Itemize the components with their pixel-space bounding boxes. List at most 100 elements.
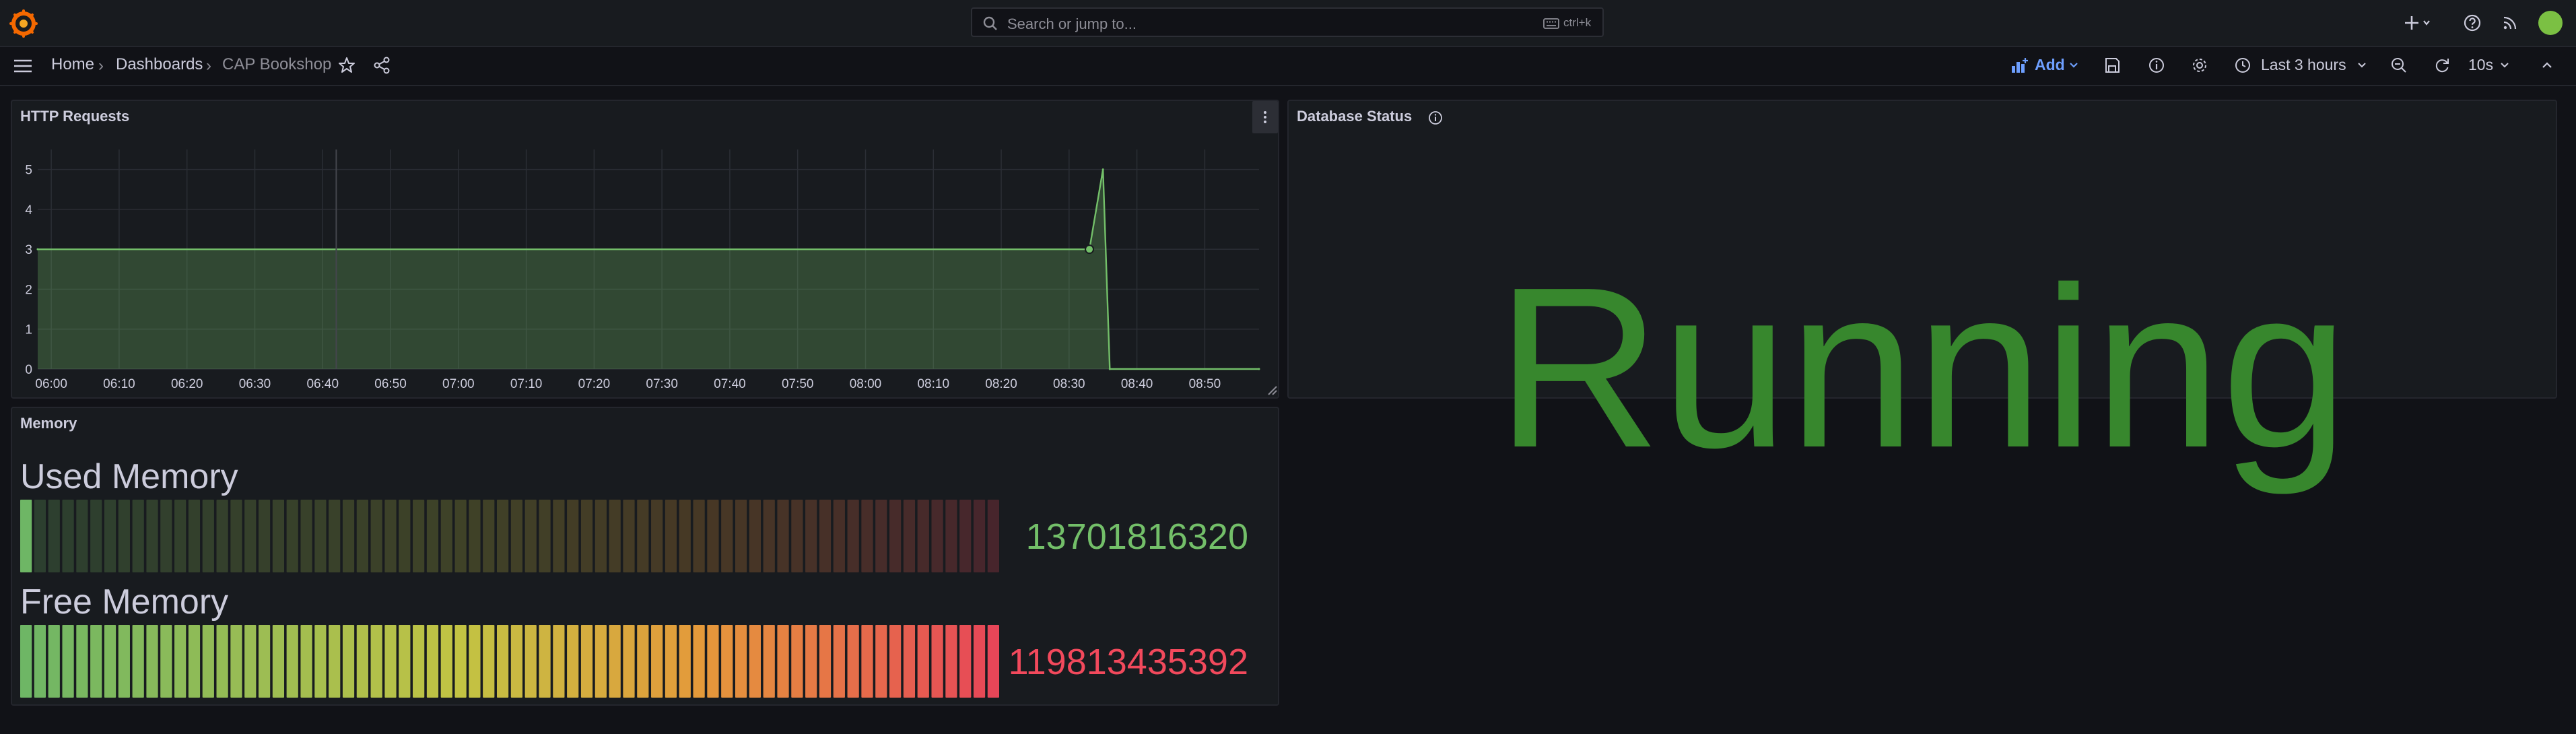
settings-gear-icon[interactable] — [2190, 55, 2210, 75]
gauge-cell — [370, 625, 382, 698]
gauge-cell — [847, 625, 859, 698]
gauge-cell — [553, 625, 565, 698]
help-icon[interactable] — [2462, 12, 2483, 34]
gauge-cell — [244, 500, 257, 572]
gauge-cell — [230, 625, 242, 698]
breadcrumb-home[interactable]: Home — [51, 55, 94, 74]
new-plus-icon[interactable] — [2402, 12, 2435, 34]
gauge-cell — [104, 625, 116, 698]
grafana-logo-icon[interactable] — [9, 9, 38, 38]
search-input[interactable]: Search or jump to... ctrl+k — [971, 7, 1604, 37]
gauge-cell — [370, 500, 382, 572]
star-icon[interactable] — [337, 55, 357, 75]
gauge-cell — [777, 625, 789, 698]
gauge-cell — [595, 500, 607, 572]
gauge-cell — [875, 625, 887, 698]
info-icon[interactable] — [2146, 55, 2167, 75]
gauge-cell — [791, 625, 803, 698]
save-icon[interactable] — [2102, 55, 2122, 75]
share-icon[interactable] — [372, 55, 392, 75]
gauge-cell — [483, 625, 495, 698]
gauge-cell — [861, 500, 873, 572]
gauge-cell — [20, 500, 32, 572]
gauge-cell — [314, 625, 327, 698]
x-tick-label: 06:50 — [374, 377, 407, 391]
zoom-out-icon[interactable] — [2389, 55, 2409, 75]
gauge-cell — [34, 500, 46, 572]
gauge-cell — [791, 500, 803, 572]
gauge-cell — [48, 625, 60, 698]
gauge-cell — [707, 625, 719, 698]
x-tick-label: 06:40 — [306, 377, 339, 391]
gauge-cell — [567, 625, 579, 698]
gauge-cell — [651, 500, 663, 572]
search-shortcut: ctrl+k — [1563, 16, 1592, 29]
gauge-cell — [665, 625, 677, 698]
gauge-cell — [931, 500, 943, 572]
x-tick-label: 06:10 — [103, 377, 135, 391]
http-requests-chart[interactable]: 0 1 2 3 4 5 06:00 06:10 06:20 06:30 06:40 06:50 07:0… — [12, 101, 1278, 397]
breadcrumb-dashboards[interactable]: Dashboards — [116, 55, 203, 74]
user-avatar[interactable] — [2538, 11, 2563, 35]
gauge-cell — [90, 500, 102, 572]
x-tick-label: 07:40 — [714, 377, 746, 391]
used-memory-label: Used Memory — [20, 457, 238, 496]
gauge-cell — [721, 625, 733, 698]
add-button[interactable]: Add — [2008, 51, 2083, 79]
top-bar: Search or jump to... ctrl+k — [0, 0, 2576, 47]
gauge-cell — [623, 500, 635, 572]
x-tick-label: 08:10 — [917, 377, 949, 391]
gauge-cell — [132, 625, 144, 698]
x-tick-label: 07:00 — [442, 377, 475, 391]
news-feed-icon[interactable] — [2499, 12, 2521, 34]
memory-panel: Memory Used Memory 13701816320 Free Memo… — [11, 407, 1279, 706]
gauge-cell — [987, 500, 999, 572]
menu-icon[interactable] — [12, 57, 34, 75]
gauge-cell — [426, 500, 439, 572]
gauge-cell — [693, 625, 705, 698]
chevron-down-icon[interactable] — [2357, 60, 2367, 71]
gauge-cell — [286, 625, 298, 698]
gauge-cell — [413, 625, 425, 698]
gauge-cell — [637, 625, 649, 698]
gauge-cell — [174, 625, 187, 698]
y-tick-label: 4 — [25, 203, 32, 218]
refresh-icon[interactable] — [2432, 55, 2452, 75]
gauge-cell — [62, 625, 74, 698]
gauge-cell — [679, 500, 691, 572]
gauge-cell — [959, 500, 972, 572]
gauge-cell — [749, 500, 761, 572]
gauge-cell — [76, 500, 88, 572]
gauge-cell — [847, 500, 859, 572]
gauge-cell — [132, 500, 144, 572]
dashboard-nav-bar: Home › Dashboards › CAP Bookshop Add Las… — [0, 47, 2576, 86]
time-range-picker[interactable]: Last 3 hours — [2261, 56, 2346, 74]
info-icon[interactable] — [1427, 110, 1444, 126]
x-tick-label: 08:30 — [1053, 377, 1085, 391]
refresh-interval[interactable]: 10s — [2468, 56, 2493, 74]
y-tick-label: 5 — [25, 164, 32, 178]
gauge-cell — [707, 500, 719, 572]
gauge-cell — [146, 625, 158, 698]
resize-handle-icon[interactable] — [1268, 386, 1277, 395]
gauge-cell — [160, 500, 172, 572]
series-area — [38, 169, 1259, 369]
gauge-cell — [763, 625, 775, 698]
chevron-down-icon[interactable] — [2499, 60, 2510, 71]
gauge-cell — [469, 500, 481, 572]
gauge-cell — [553, 500, 565, 572]
gauge-cell — [20, 625, 32, 698]
gauge-cell — [875, 500, 887, 572]
gauge-cell — [300, 625, 312, 698]
collapse-chevron-up-icon[interactable] — [2537, 55, 2557, 75]
y-tick-label: 2 — [25, 283, 32, 297]
gauge-cell — [833, 500, 845, 572]
gauge-cell — [469, 625, 481, 698]
gauge-cell — [567, 500, 579, 572]
gauge-cell — [342, 500, 355, 572]
keyboard-icon — [1543, 18, 1559, 29]
add-button-label: Add — [2035, 56, 2065, 73]
clock-icon[interactable] — [2233, 55, 2253, 75]
gauge-cell — [244, 625, 257, 698]
gauge-cell — [258, 625, 271, 698]
